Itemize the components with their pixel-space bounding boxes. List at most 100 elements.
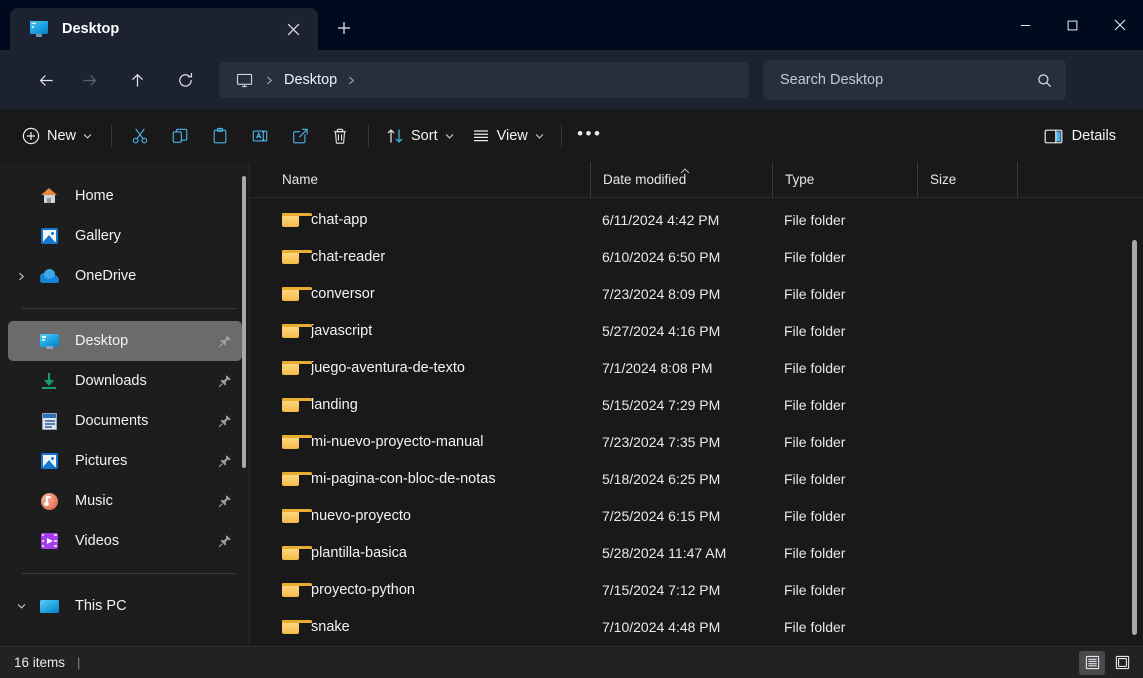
type-cell: File folder xyxy=(784,507,846,524)
column-header-size[interactable]: Size xyxy=(917,161,1017,198)
file-name-cell[interactable]: plantilla-basica xyxy=(270,545,590,561)
toolbar-divider xyxy=(368,125,370,147)
folder-icon xyxy=(282,249,312,264)
pin-icon[interactable] xyxy=(218,534,232,548)
search-box[interactable] xyxy=(763,60,1066,100)
sidebar-item-documents[interactable]: Documents xyxy=(8,401,242,441)
chevron-right-icon[interactable] xyxy=(341,76,362,85)
table-row[interactable]: plantilla-basica 5/28/2024 11:47 AM File… xyxy=(250,534,1143,571)
column-header-name[interactable]: Name xyxy=(270,162,590,198)
sidebar-item-music[interactable]: Music xyxy=(8,481,242,521)
file-name: javascript xyxy=(311,322,373,339)
view-button[interactable]: View xyxy=(463,119,553,153)
file-name-cell[interactable]: juego-aventura-de-texto xyxy=(270,360,590,376)
table-row[interactable]: nuevo-proyecto 7/25/2024 6:15 PM File fo… xyxy=(250,497,1143,534)
chevron-right-icon[interactable] xyxy=(8,272,34,281)
tab-desktop[interactable]: Desktop xyxy=(10,8,318,50)
back-button[interactable] xyxy=(28,62,64,98)
pin-icon[interactable] xyxy=(218,494,232,508)
sidebar-divider xyxy=(22,308,236,309)
see-more-button[interactable]: ••• xyxy=(570,119,610,153)
ellipsis-icon: ••• xyxy=(577,124,603,143)
breadcrumb-segment-desktop[interactable]: Desktop xyxy=(280,72,341,88)
chevron-down-icon xyxy=(445,133,453,139)
file-name-cell[interactable]: chat-app xyxy=(270,212,590,228)
column-header-type[interactable]: Type xyxy=(772,161,917,198)
table-row[interactable]: mi-pagina-con-bloc-de-notas 5/18/2024 6:… xyxy=(250,460,1143,497)
file-name-cell[interactable]: snake xyxy=(270,619,590,635)
sidebar-item-videos[interactable]: Videos xyxy=(8,521,242,561)
forward-button[interactable] xyxy=(71,62,107,98)
file-list-scrollbar[interactable] xyxy=(1132,240,1137,635)
sidebar-item-onedrive[interactable]: OneDrive xyxy=(8,256,242,296)
pin-icon[interactable] xyxy=(218,454,232,468)
new-button-label: New xyxy=(47,128,77,144)
table-row[interactable]: chat-app 6/11/2024 4:42 PM File folder xyxy=(250,201,1143,238)
close-tab-icon[interactable] xyxy=(278,14,308,44)
sidebar-item-gallery[interactable]: Gallery xyxy=(8,216,242,256)
file-name-cell[interactable]: nuevo-proyecto xyxy=(270,508,590,524)
tab-strip: Desktop xyxy=(0,0,362,50)
download-icon xyxy=(36,373,62,389)
sidebar-item-this-pc[interactable]: This PC xyxy=(8,586,242,626)
pin-icon[interactable] xyxy=(218,334,232,348)
file-name-cell[interactable]: mi-nuevo-proyecto-manual xyxy=(270,434,590,450)
table-row[interactable]: juego-aventura-de-texto 7/1/2024 8:08 PM… xyxy=(250,349,1143,386)
sidebar-item-pictures[interactable]: Pictures xyxy=(8,441,242,481)
date-modified-cell: 6/10/2024 6:50 PM xyxy=(602,248,721,265)
file-name-cell[interactable]: landing xyxy=(270,397,590,413)
details-pane-button[interactable]: Details xyxy=(1035,119,1125,153)
up-button[interactable] xyxy=(119,62,155,98)
sidebar-scrollbar[interactable] xyxy=(242,176,246,468)
table-row[interactable]: mi-nuevo-proyecto-manual 7/23/2024 7:35 … xyxy=(250,423,1143,460)
sidebar-item-label: Music xyxy=(75,493,113,509)
paste-button[interactable] xyxy=(200,119,240,153)
refresh-button[interactable] xyxy=(167,62,203,98)
sidebar-item-downloads[interactable]: Downloads xyxy=(8,361,242,401)
share-button[interactable] xyxy=(280,119,320,153)
type-cell: File folder xyxy=(784,396,846,413)
cut-button[interactable] xyxy=(120,119,160,153)
sidebar-item-desktop[interactable]: Desktop xyxy=(8,321,242,361)
large-icons-view-toggle[interactable] xyxy=(1109,651,1135,675)
new-button[interactable]: New xyxy=(14,119,103,153)
file-name-cell[interactable]: proyecto-python xyxy=(270,582,590,598)
maximize-button[interactable] xyxy=(1049,0,1096,50)
table-row[interactable]: chat-reader 6/10/2024 6:50 PM File folde… xyxy=(250,238,1143,275)
delete-button[interactable] xyxy=(320,119,360,153)
table-row[interactable]: conversor 7/23/2024 8:09 PM File folder xyxy=(250,275,1143,312)
file-name-cell[interactable]: chat-reader xyxy=(270,249,590,265)
details-view-toggle[interactable] xyxy=(1079,650,1105,675)
column-header-name-label: Name xyxy=(282,172,319,187)
file-name: proyecto-python xyxy=(311,581,415,598)
details-view-icon xyxy=(1085,655,1099,670)
folder-icon xyxy=(282,286,312,301)
column-header-date-modified[interactable]: Date modified xyxy=(590,161,772,198)
file-name-cell[interactable]: javascript xyxy=(270,323,590,339)
search-icon xyxy=(1037,73,1052,88)
pin-icon[interactable] xyxy=(218,374,232,388)
chevron-down-icon[interactable] xyxy=(8,602,34,611)
file-name-cell[interactable]: conversor xyxy=(270,286,590,302)
table-row[interactable]: snake 7/10/2024 4:48 PM File folder xyxy=(250,608,1143,645)
pin-icon[interactable] xyxy=(218,414,232,428)
column-header-filler xyxy=(1017,161,1143,198)
search-input[interactable] xyxy=(780,72,1037,88)
table-row[interactable]: landing 5/15/2024 7:29 PM File folder xyxy=(250,386,1143,423)
table-row[interactable]: javascript 5/27/2024 4:16 PM File folder xyxy=(250,312,1143,349)
minimize-button[interactable] xyxy=(1002,0,1049,50)
chevron-down-icon xyxy=(535,133,543,139)
rename-button[interactable] xyxy=(240,119,280,153)
file-name-cell[interactable]: mi-pagina-con-bloc-de-notas xyxy=(270,471,590,487)
new-tab-button[interactable] xyxy=(326,10,362,46)
close-window-button[interactable] xyxy=(1096,0,1143,50)
sidebar-item-home[interactable]: Home xyxy=(8,176,242,216)
copy-button[interactable] xyxy=(160,119,200,153)
date-modified-cell: 7/15/2024 7:12 PM xyxy=(602,581,721,598)
breadcrumb[interactable]: Desktop xyxy=(219,62,749,98)
type-cell: File folder xyxy=(784,285,846,302)
table-row[interactable]: proyecto-python 7/15/2024 7:12 PM File f… xyxy=(250,571,1143,608)
type-cell: File folder xyxy=(784,581,846,598)
sort-button[interactable]: Sort xyxy=(377,119,463,153)
music-icon xyxy=(36,492,62,510)
